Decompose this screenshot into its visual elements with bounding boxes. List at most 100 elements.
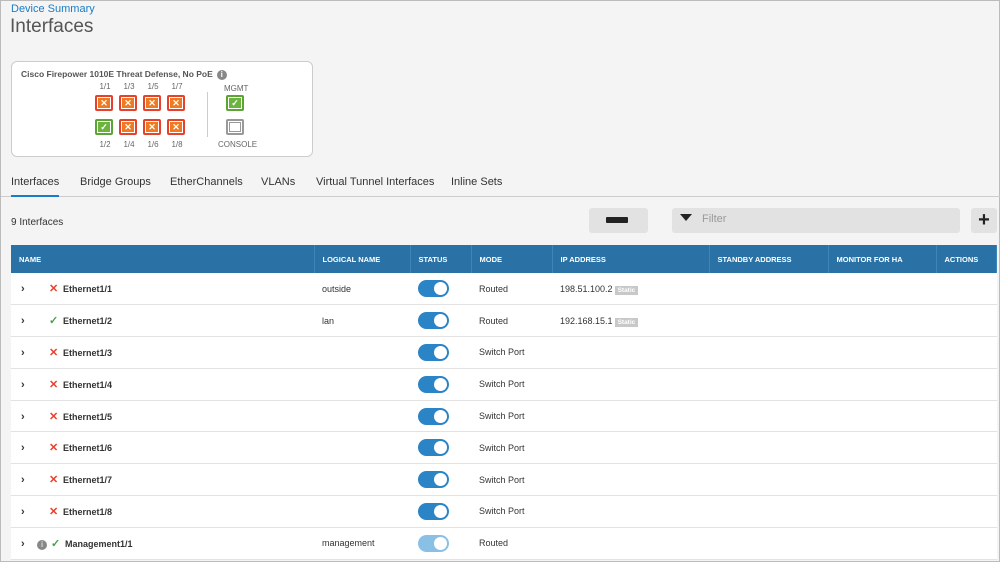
port-label: 1/5 [147, 82, 159, 91]
standby-address [709, 368, 828, 401]
tab-inline-sets[interactable]: Inline Sets [451, 176, 502, 197]
actions[interactable] [936, 400, 997, 433]
info-icon[interactable]: i [37, 539, 47, 550]
scan-interfaces-button[interactable] [589, 208, 648, 233]
table-row[interactable]: › ✕ Ethernet1/3 Switch Port [11, 336, 997, 369]
device-name-text: Cisco Firepower 1010E Threat Defense, No… [21, 69, 213, 79]
port-down-icon[interactable]: ✕ [119, 119, 137, 135]
console-port-icon[interactable] [226, 119, 244, 135]
port-down-icon[interactable]: ✕ [143, 95, 161, 111]
table-row[interactable]: › ✕ Ethernet1/4 Switch Port [11, 368, 997, 401]
port-label: 1/2 [99, 140, 111, 149]
standby-address [709, 273, 828, 306]
standby-address [709, 304, 828, 338]
status-toggle[interactable] [418, 534, 449, 552]
port-down-icon[interactable]: ✕ [167, 119, 185, 135]
port-label: 1/1 [99, 82, 111, 91]
interface-name[interactable]: Ethernet1/2 [63, 316, 112, 326]
port-up-icon[interactable]: ✓ [95, 119, 113, 135]
divider [207, 92, 208, 137]
actions[interactable] [936, 368, 997, 401]
expand-chevron-icon[interactable]: › [21, 283, 39, 295]
port-down-icon[interactable]: ✕ [95, 95, 113, 111]
info-icon[interactable]: i [216, 70, 227, 80]
actions[interactable] [936, 463, 997, 497]
interface-name[interactable]: Ethernet1/5 [63, 412, 112, 422]
status-toggle[interactable] [418, 343, 449, 361]
table-row[interactable]: › ✓ Ethernet1/2 lan Routed 192.168.15.1 Sta… [11, 304, 997, 338]
standby-address [709, 336, 828, 369]
ip-address: 192.168.15.1 [560, 315, 613, 326]
col-monitor-for-ha[interactable]: MONITOR FOR HA [828, 245, 937, 273]
tab-virtual-tunnel-interfaces[interactable]: Virtual Tunnel Interfaces [316, 176, 434, 197]
mode: Switch Port [471, 368, 552, 401]
col-name[interactable]: NAME [11, 245, 315, 273]
table-row[interactable]: › i ✓ Management1/1 management Routed [11, 527, 997, 560]
port-down-icon[interactable]: ✕ [119, 95, 137, 111]
expand-chevron-icon[interactable]: › [21, 411, 39, 423]
table-row[interactable]: › ✕ Ethernet1/7 Switch Port [11, 463, 997, 497]
tab-vlans[interactable]: VLANs [261, 176, 295, 197]
tab-bar: Interfaces Bridge Groups EtherChannels V… [1, 173, 1000, 197]
expand-chevron-icon[interactable]: › [21, 315, 39, 327]
interface-name[interactable]: Ethernet1/3 [63, 348, 112, 358]
actions[interactable] [936, 527, 997, 560]
monitor-for-ha [828, 273, 936, 306]
col-ip-address[interactable]: IP ADDRESS [552, 245, 710, 273]
mgmt-port-icon[interactable]: ✓ [226, 95, 244, 111]
mode: Routed [471, 527, 552, 560]
ip-address: 198.51.100.2 [560, 283, 613, 294]
port-label: 1/7 [171, 82, 183, 91]
interface-name[interactable]: Ethernet1/8 [63, 507, 112, 517]
filter-input[interactable]: Filter [672, 208, 960, 233]
table-row[interactable]: › ✕ Ethernet1/6 Switch Port [11, 431, 997, 465]
status-toggle[interactable] [418, 312, 449, 330]
port-down-icon[interactable]: ✕ [167, 95, 185, 111]
interface-name[interactable]: Ethernet1/6 [63, 443, 112, 453]
table-row[interactable]: › ✕ Ethernet1/8 Switch Port [11, 495, 997, 528]
col-standby-address[interactable]: STANDBY ADDRESS [709, 245, 829, 273]
actions[interactable] [936, 336, 997, 369]
expand-chevron-icon[interactable]: › [21, 347, 39, 359]
logical-name [314, 400, 410, 433]
interface-name[interactable]: Ethernet1/4 [63, 380, 112, 390]
port-down-icon[interactable]: ✕ [143, 119, 161, 135]
status-ok-icon: ✓ [51, 537, 61, 550]
actions[interactable] [936, 304, 997, 338]
tab-bridge-groups[interactable]: Bridge Groups [80, 176, 151, 197]
status-toggle[interactable] [418, 407, 449, 425]
logical-name [314, 463, 410, 497]
status-toggle[interactable] [418, 280, 449, 298]
col-status[interactable]: STATUS [410, 245, 472, 273]
tab-interfaces[interactable]: Interfaces [11, 176, 60, 197]
actions[interactable] [936, 495, 997, 528]
tab-etherchannels[interactable]: EtherChannels [170, 176, 243, 197]
col-logical-name[interactable]: LOGICAL NAME [314, 245, 411, 273]
actions[interactable] [936, 431, 997, 465]
monitor-for-ha [828, 368, 936, 401]
ip-type-badge: Static [614, 317, 639, 327]
port-label: 1/3 [123, 82, 135, 91]
interface-name[interactable]: Management1/1 [65, 539, 133, 549]
actions[interactable] [936, 273, 997, 306]
interface-name[interactable]: Ethernet1/7 [63, 475, 112, 485]
status-toggle[interactable] [418, 439, 449, 457]
col-mode[interactable]: MODE [471, 245, 553, 273]
expand-chevron-icon[interactable]: › [21, 442, 39, 454]
breadcrumb-device-summary[interactable]: Device Summary [11, 3, 95, 15]
interface-name[interactable]: Ethernet1/1 [63, 284, 112, 294]
add-interface-button[interactable]: + [971, 208, 997, 233]
mgmt-label: MGMT [224, 84, 249, 93]
monitor-for-ha [828, 336, 936, 369]
status-toggle[interactable] [418, 502, 449, 520]
expand-chevron-icon[interactable]: › [21, 379, 39, 391]
monitor-for-ha [828, 400, 936, 433]
device-name: Cisco Firepower 1010E Threat Defense, No… [21, 69, 227, 80]
status-toggle[interactable] [418, 375, 449, 393]
table-row[interactable]: › ✕ Ethernet1/1 outside Routed 198.51.100.… [11, 273, 997, 306]
expand-chevron-icon[interactable]: › [21, 506, 39, 518]
expand-chevron-icon[interactable]: › [21, 474, 39, 486]
table-row[interactable]: › ✕ Ethernet1/5 Switch Port [11, 400, 997, 433]
status-toggle[interactable] [418, 471, 449, 489]
mode: Switch Port [471, 336, 552, 369]
